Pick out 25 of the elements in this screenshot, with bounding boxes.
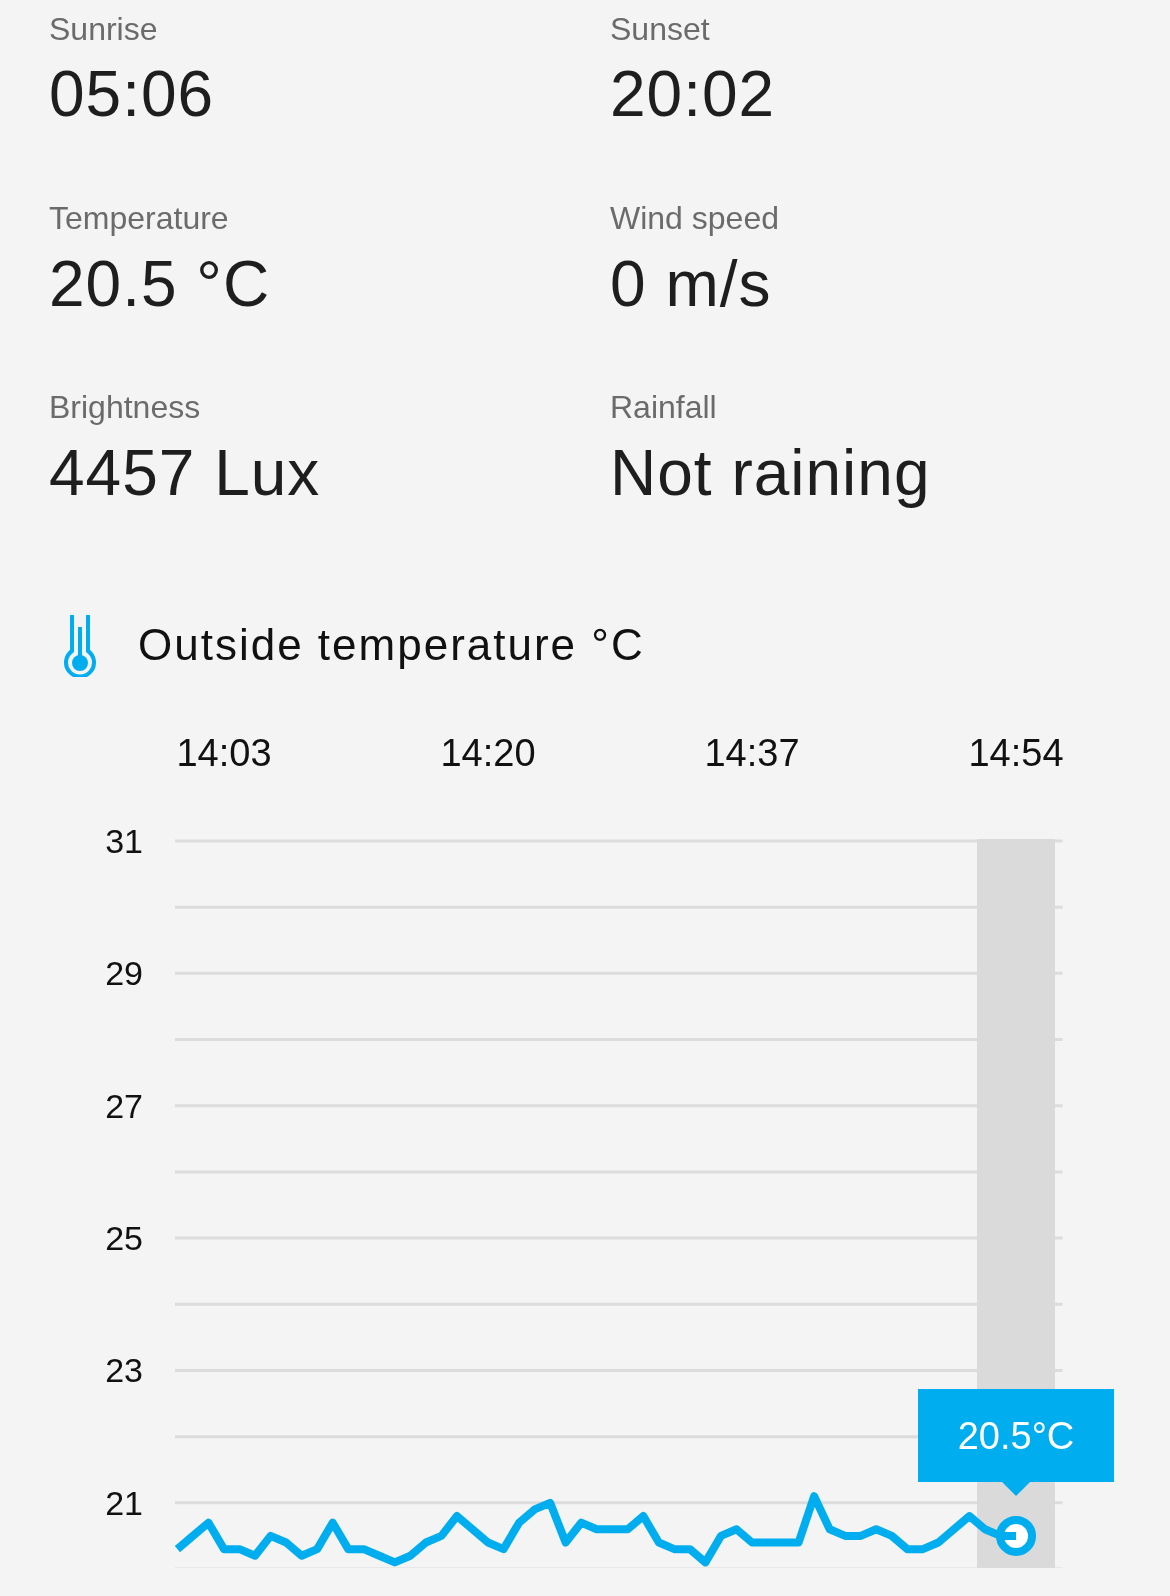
stat-label: Rainfall	[610, 388, 718, 427]
stat-value: 05:06	[49, 57, 216, 133]
stat-label: Wind speed	[610, 199, 780, 238]
y-axis-label: 29	[105, 953, 143, 992]
y-axis-label: 21	[105, 1483, 143, 1522]
y-axis-label: 31	[105, 821, 143, 860]
stat-value: 0 m/s	[610, 246, 773, 322]
x-axis-label: 14:54	[968, 731, 1064, 774]
stat-value: Not raining	[610, 435, 932, 511]
y-axis-label: 25	[105, 1218, 143, 1257]
stat-label: Sunset	[610, 10, 711, 49]
y-axis-label: 23	[105, 1351, 143, 1389]
x-axis-label: 14:37	[704, 731, 800, 774]
stat-value: 4457 Lux	[49, 435, 322, 511]
x-axis-label: 14:20	[440, 731, 536, 774]
stat-value: 20.5 °C	[49, 246, 272, 322]
tooltip-value: 20.5°C	[957, 1414, 1075, 1457]
thermometer-icon	[62, 612, 98, 677]
y-axis-label: 27	[105, 1086, 143, 1125]
stat-label: Brightness	[49, 388, 202, 427]
stat-label: Sunrise	[49, 10, 159, 49]
x-axis-label: 14:03	[176, 731, 272, 774]
stat-value: 20:02	[610, 57, 777, 133]
chart-title: Outside temperature °C	[138, 618, 645, 671]
stat-label: Temperature	[49, 199, 230, 238]
